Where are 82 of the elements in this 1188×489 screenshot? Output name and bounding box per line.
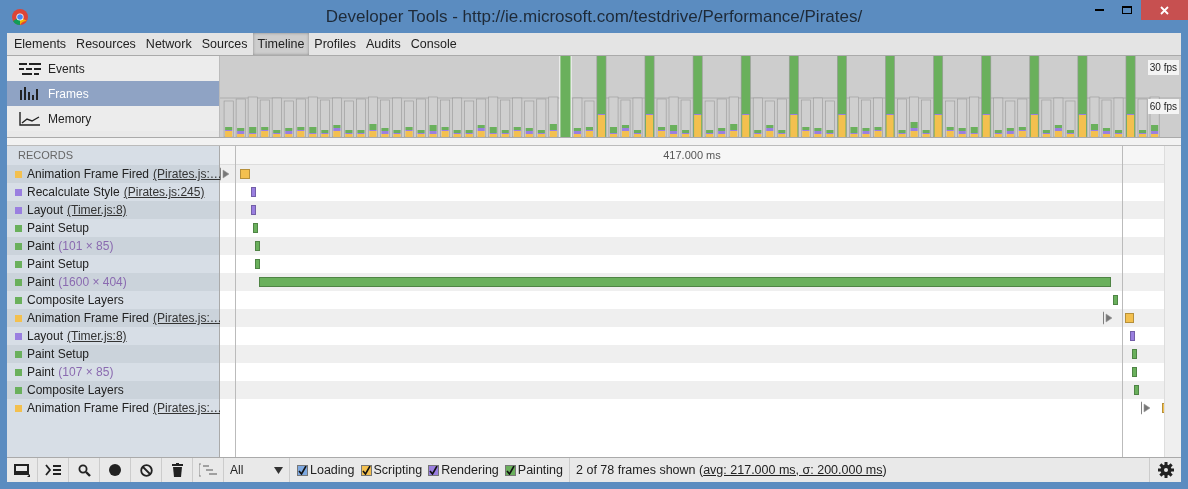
checkmark-icon <box>505 465 515 475</box>
expand-arrow-icon[interactable] <box>1103 311 1113 325</box>
record-title: Paint <box>27 274 55 291</box>
record-detail: (101 × 85) <box>58 238 114 255</box>
record-detail: (107 × 85) <box>58 364 114 381</box>
tab[interactable]: Profiles <box>309 33 362 55</box>
record-title: Composite Layers <box>27 382 124 399</box>
events-icon <box>19 62 41 75</box>
time-label: 417.000 ms <box>663 147 721 163</box>
record-bar <box>1113 295 1118 305</box>
record-title: Layout <box>27 202 64 219</box>
record-bar <box>1134 385 1139 395</box>
close-button[interactable] <box>1141 0 1188 20</box>
flame-chart-icon <box>199 463 217 477</box>
checkmark-icon <box>361 465 371 475</box>
browser-logo-icon <box>12 8 28 25</box>
source-link[interactable]: (Pirates.js:… <box>153 399 222 417</box>
console-icon <box>45 464 61 476</box>
source-link[interactable]: (Pirates.js:… <box>153 165 222 183</box>
record-bar <box>251 187 256 197</box>
record-title: Paint Setup <box>27 220 90 237</box>
checkbox[interactable] <box>360 464 372 476</box>
frames-summary: 2 of 78 frames shown (avg: 217.000 ms, σ: 200.000 ms) <box>570 458 887 482</box>
record-title: Paint <box>27 364 55 381</box>
expand-arrow-icon[interactable] <box>220 167 230 181</box>
window-title: Developer Tools - http://ie.microsoft.com/testdrive/Performance/Pirates/ <box>325 5 863 28</box>
record-bar <box>1130 331 1135 341</box>
record-bar <box>255 259 260 269</box>
tab[interactable]: Audits <box>361 33 406 55</box>
category-checkbox[interactable]: Scripting <box>360 460 423 480</box>
record-bar <box>253 223 258 233</box>
frame-stats-link[interactable]: avg: 217.000 ms, σ: 200.000 ms <box>703 460 883 480</box>
record-title: Paint Setup <box>27 256 90 273</box>
record-bar <box>1132 367 1137 377</box>
checkbox[interactable] <box>504 464 516 476</box>
tab[interactable]: Network <box>140 33 197 55</box>
tab[interactable]: Elements <box>9 33 72 55</box>
fps-marker: 30 fps <box>1147 60 1179 75</box>
tab[interactable]: Timeline <box>252 33 310 55</box>
record-title: Animation Frame Fired <box>27 166 150 183</box>
category-checkbox[interactable]: Loading <box>297 460 355 480</box>
dock-icon <box>14 463 30 477</box>
source-link[interactable]: (Pirates.js:245) <box>123 183 205 201</box>
close-icon <box>1160 5 1169 15</box>
source-link[interactable]: (Timer.js:8) <box>67 327 127 345</box>
line-graph-icon <box>19 111 41 126</box>
filter-dropdown[interactable]: All <box>224 458 290 482</box>
record-title: Recalculate Style <box>27 184 120 201</box>
record-bar <box>1125 313 1134 323</box>
clear-icon <box>139 463 153 477</box>
checkmark-icon <box>429 465 439 475</box>
record-detail: (1600 × 404) <box>58 274 127 291</box>
checkbox[interactable] <box>297 464 308 476</box>
record-title: Animation Frame Fired <box>27 400 150 417</box>
search-icon <box>77 463 91 477</box>
caret-icon <box>274 466 283 474</box>
settings-icon <box>1157 462 1174 478</box>
category-checkbox[interactable]: Rendering <box>428 460 499 480</box>
record-bar <box>251 205 256 215</box>
record-title: Paint <box>27 238 55 255</box>
record-title: Paint Setup <box>27 346 90 363</box>
source-link[interactable]: (Timer.js:8) <box>67 201 127 219</box>
record-title: Composite Layers <box>27 292 124 309</box>
category-checkbox[interactable]: Painting <box>504 460 563 480</box>
fps-marker: 60 fps <box>1147 99 1179 114</box>
checkbox[interactable] <box>428 464 440 476</box>
record-title: Layout <box>27 328 64 345</box>
tab[interactable]: Sources <box>196 33 253 55</box>
records-header: RECORDS <box>17 148 74 164</box>
record-icon <box>109 464 121 476</box>
expand-arrow-icon[interactable] <box>1141 401 1151 415</box>
record-title: Animation Frame Fired <box>27 310 150 327</box>
tab[interactable]: Console <box>405 33 462 55</box>
record-bar <box>1132 349 1137 359</box>
source-link[interactable]: (Pirates.js:… <box>153 309 222 327</box>
trash-icon <box>171 463 183 477</box>
tab[interactable]: Resources <box>71 33 141 55</box>
record-bar <box>240 169 250 179</box>
checkmark-icon <box>298 465 307 475</box>
bar-chart-icon <box>20 87 40 100</box>
record-bar <box>255 241 260 251</box>
scrollbar[interactable] <box>1164 146 1181 457</box>
